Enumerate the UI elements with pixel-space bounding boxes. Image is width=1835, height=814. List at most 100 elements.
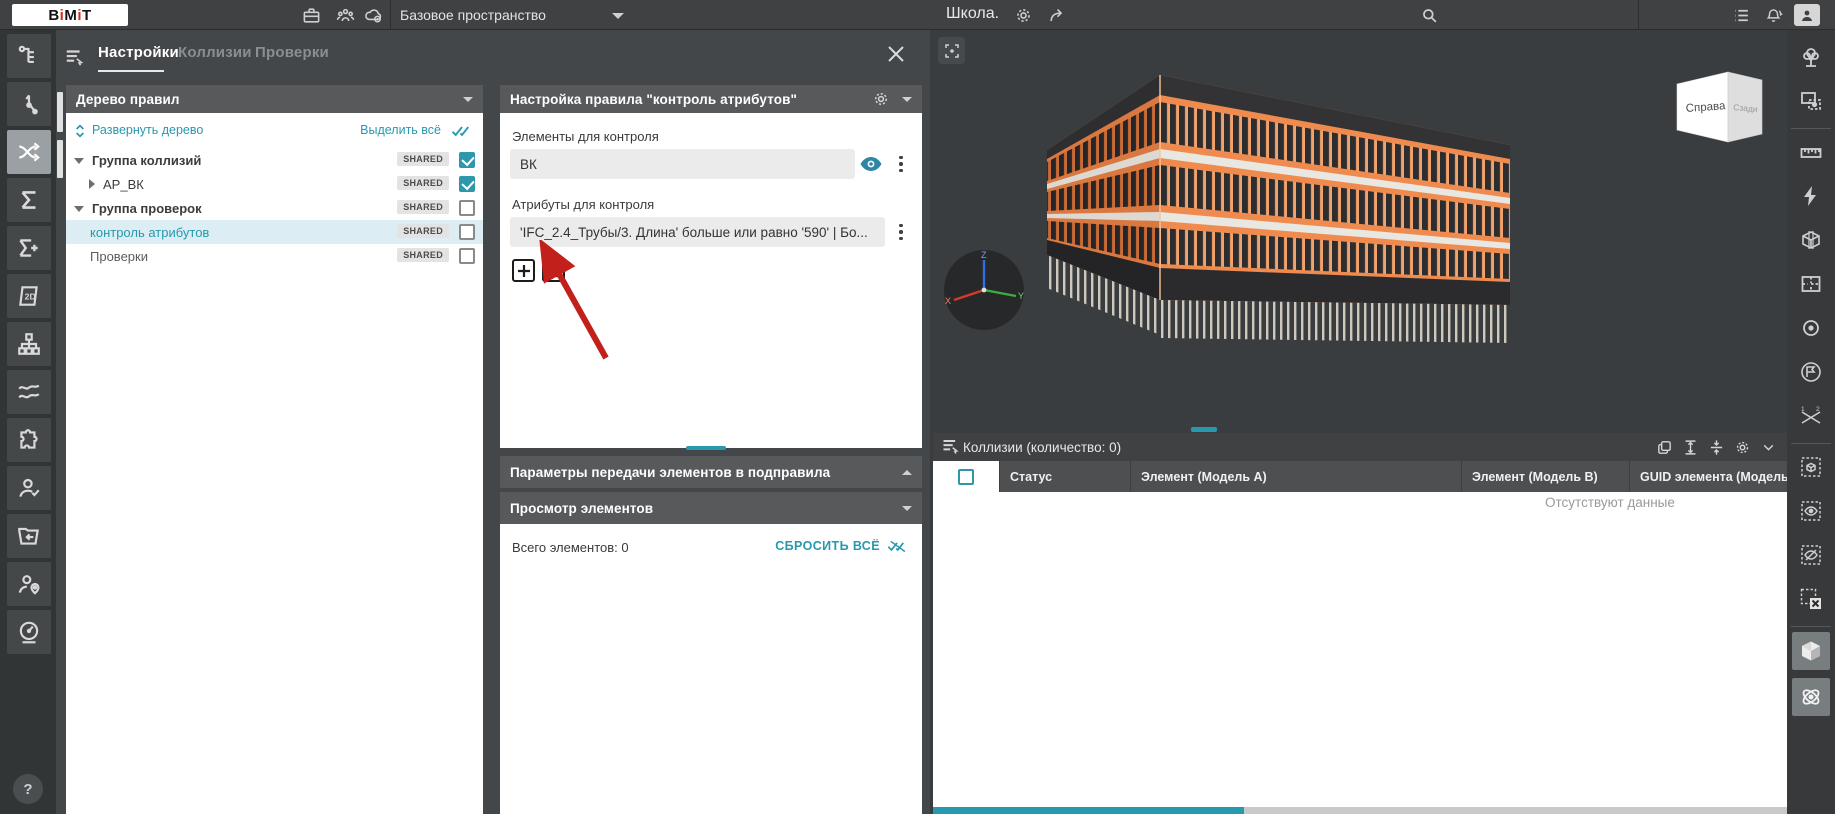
collapse-down-icon[interactable] bbox=[902, 506, 912, 511]
collisions-shuffle-icon[interactable] bbox=[7, 130, 51, 174]
account-icon[interactable] bbox=[1794, 4, 1820, 26]
chevron-down-icon[interactable] bbox=[612, 13, 624, 19]
tree-row-checkbox[interactable] bbox=[459, 224, 475, 240]
unfold-icon[interactable] bbox=[72, 123, 88, 139]
hide-eye-off-icon[interactable] bbox=[1792, 536, 1830, 574]
column-element-a[interactable]: Элемент (Модель А) bbox=[1131, 461, 1461, 492]
column-element-b[interactable]: Элемент (Модель B) bbox=[1462, 461, 1629, 492]
floorplan-icon[interactable] bbox=[1792, 265, 1830, 303]
tree-row-checkbox[interactable] bbox=[459, 248, 475, 264]
tree-row-ar-vk[interactable]: АР_ВК SHARED bbox=[66, 172, 483, 196]
collapse-caret-icon[interactable] bbox=[463, 97, 473, 102]
duplicate-icon[interactable] bbox=[1651, 436, 1677, 458]
tree-row-collision-group[interactable]: Группа коллизий SHARED bbox=[66, 148, 483, 172]
collapse-caret-icon[interactable] bbox=[902, 97, 912, 102]
sigma-plus-icon[interactable] bbox=[7, 226, 51, 270]
tab-checks[interactable]: Проверки bbox=[255, 44, 329, 61]
viewport-frame-icon[interactable] bbox=[938, 37, 965, 64]
tree-nature-icon[interactable] bbox=[1792, 38, 1830, 76]
collapse-up-icon[interactable] bbox=[902, 470, 912, 475]
collapsed-panel-edge[interactable] bbox=[57, 140, 63, 178]
briefcase-icon[interactable] bbox=[300, 4, 322, 26]
transfer-params-section[interactable]: Параметры передачи элементов в подправил… bbox=[500, 456, 922, 488]
settings-gear-icon[interactable] bbox=[1012, 4, 1034, 26]
panel-drag-handle[interactable] bbox=[1191, 427, 1217, 432]
help-button[interactable]: ? bbox=[13, 774, 43, 804]
org-chart-icon[interactable] bbox=[7, 322, 51, 366]
isolate-cube-icon[interactable] bbox=[1792, 448, 1830, 486]
caret-down-icon[interactable] bbox=[74, 158, 84, 164]
solid-cube-icon[interactable] bbox=[1792, 632, 1830, 670]
collapsed-panel-edge[interactable] bbox=[57, 92, 63, 132]
column-guid-a[interactable]: GUID элемента (Модель А) bbox=[1630, 461, 1787, 492]
user-location-icon[interactable] bbox=[7, 562, 51, 606]
selection-frames-icon[interactable] bbox=[1792, 82, 1830, 120]
scrollbar-thumb[interactable] bbox=[933, 807, 1244, 814]
flag-icon[interactable] bbox=[1792, 353, 1830, 391]
svg-text:2D: 2D bbox=[25, 291, 36, 301]
view-elements-section[interactable]: Просмотр элементов bbox=[500, 492, 922, 524]
attribute-file-button[interactable] bbox=[542, 259, 565, 282]
close-icon[interactable] bbox=[884, 42, 908, 66]
tab-settings[interactable]: Настройки bbox=[98, 44, 179, 61]
user-check-icon[interactable] bbox=[7, 466, 51, 510]
ruler-icon[interactable] bbox=[1792, 133, 1830, 171]
bimit-logo[interactable]: BiMiT bbox=[12, 4, 128, 26]
horizontal-scrollbar[interactable] bbox=[933, 807, 1787, 814]
list-icon[interactable] bbox=[1730, 4, 1752, 26]
tree-row-checkbox[interactable] bbox=[459, 200, 475, 216]
notifications-sync-icon[interactable] bbox=[1762, 4, 1784, 26]
tree-row-checks[interactable]: Проверки SHARED bbox=[66, 244, 483, 268]
tab-collisions[interactable]: Коллизии bbox=[178, 44, 252, 61]
navigation-cube[interactable]: Справа Сзади bbox=[1665, 62, 1770, 150]
model-tree-icon[interactable] bbox=[7, 34, 51, 78]
search-icon[interactable] bbox=[1418, 4, 1440, 26]
show-eye-icon[interactable] bbox=[1792, 492, 1830, 530]
kebab-menu-icon[interactable] bbox=[892, 149, 910, 179]
graphs-icon[interactable] bbox=[7, 370, 51, 414]
caret-right-icon[interactable] bbox=[89, 179, 95, 189]
tree-row-checkbox[interactable] bbox=[459, 152, 475, 168]
column-status[interactable]: Статус bbox=[1000, 461, 1130, 492]
folder-import-icon[interactable] bbox=[7, 514, 51, 558]
plugin-puzzle-icon[interactable] bbox=[7, 418, 51, 462]
kebab-menu-icon[interactable] bbox=[892, 217, 910, 247]
shared-badge: SHARED bbox=[397, 200, 449, 214]
gauge-icon[interactable] bbox=[7, 610, 51, 654]
select-all-link[interactable]: Выделить всё bbox=[360, 123, 441, 137]
orbit-icon[interactable] bbox=[1792, 678, 1830, 716]
axis-gizmo[interactable]: Z Y X bbox=[942, 248, 1026, 332]
panel-menu-icon[interactable] bbox=[64, 46, 86, 68]
elements-field[interactable]: ВК bbox=[510, 149, 855, 179]
workspace-selector[interactable]: Базовое пространство bbox=[400, 0, 546, 29]
panel-menu-icon[interactable] bbox=[941, 436, 963, 458]
cloud-user-icon[interactable] bbox=[362, 4, 384, 26]
building-model bbox=[1035, 55, 1535, 365]
flash-icon[interactable] bbox=[1792, 177, 1830, 215]
sheet-2d-icon[interactable]: 2D bbox=[7, 274, 51, 318]
clear-selection-x-icon[interactable] bbox=[1792, 580, 1830, 618]
measure-points-icon[interactable]: 12 bbox=[1792, 397, 1830, 435]
gear-icon[interactable] bbox=[872, 90, 890, 108]
tree-row-checks-group[interactable]: Группа проверок SHARED bbox=[66, 196, 483, 220]
team-icon[interactable] bbox=[334, 4, 356, 26]
expand-tree-link[interactable]: Развернуть дерево bbox=[92, 123, 203, 137]
add-attribute-button[interactable] bbox=[512, 259, 535, 282]
select-node-icon[interactable] bbox=[7, 82, 51, 126]
tree-row-checkbox[interactable] bbox=[459, 176, 475, 192]
chevron-down-icon[interactable] bbox=[1755, 436, 1781, 458]
reset-all-button[interactable]: СБРОСИТЬ ВСЁ bbox=[775, 538, 908, 554]
attributes-field[interactable]: 'IFC_2.4_Трубы/3. Длина' больше или равн… bbox=[510, 217, 885, 247]
tree-row-attribute-control[interactable]: контроль атрибутов SHARED bbox=[66, 220, 483, 244]
select-all-checkbox[interactable] bbox=[958, 469, 974, 485]
caret-down-icon[interactable] bbox=[74, 206, 84, 212]
fit-height-icon[interactable] bbox=[1677, 436, 1703, 458]
gear-icon[interactable] bbox=[1729, 436, 1755, 458]
eye-icon[interactable] bbox=[856, 149, 886, 179]
sigma-icon[interactable] bbox=[7, 178, 51, 222]
share-icon[interactable] bbox=[1046, 4, 1068, 26]
section-cube-icon[interactable] bbox=[1792, 221, 1830, 259]
target-icon[interactable] bbox=[1792, 309, 1830, 347]
split-rows-icon[interactable] bbox=[1703, 436, 1729, 458]
double-check-icon[interactable] bbox=[451, 123, 473, 139]
